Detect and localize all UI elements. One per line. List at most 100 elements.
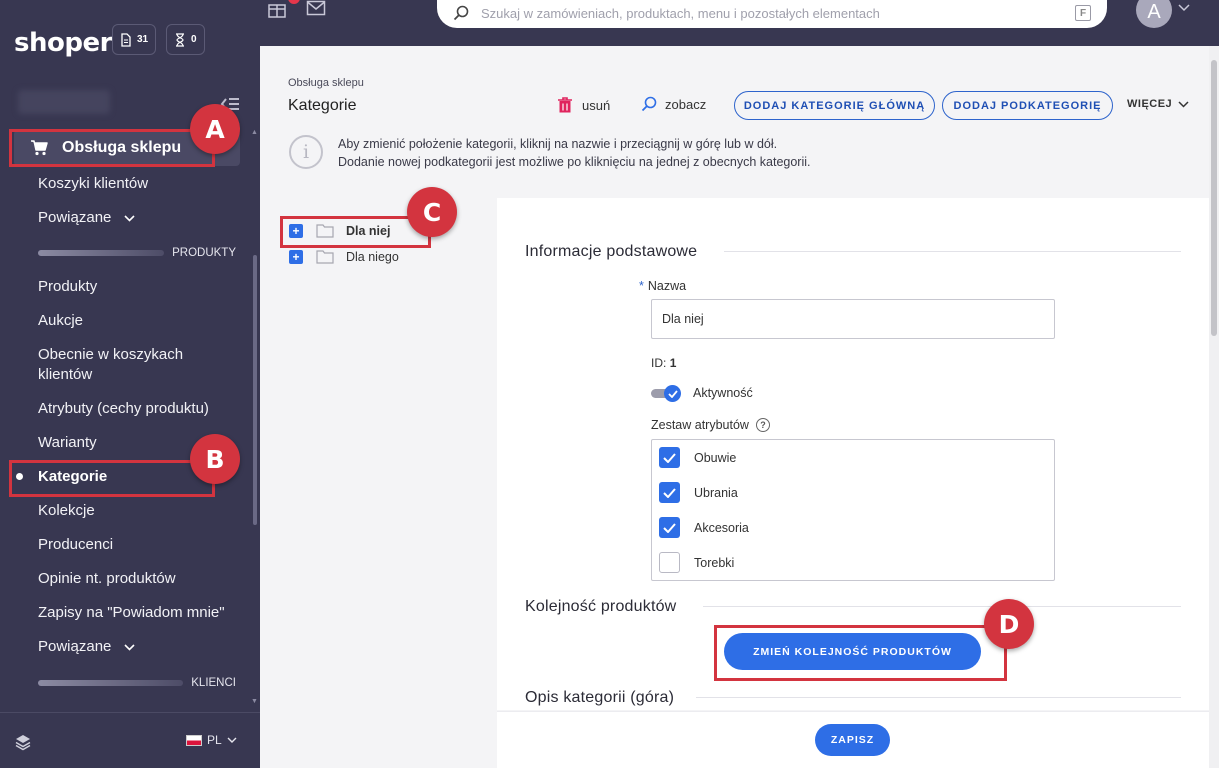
sidebar-item-related[interactable]: Powiązane	[38, 208, 135, 228]
checkbox-checked[interactable]	[659, 517, 680, 538]
attribute-option[interactable]: Torebki	[659, 552, 734, 573]
mail-icon[interactable]	[306, 0, 326, 16]
scroll-up-arrow[interactable]: ▲	[251, 129, 258, 136]
view-label: zobacz	[665, 96, 707, 112]
chevron-down-icon[interactable]	[1178, 4, 1190, 12]
delete-link[interactable]: usuń	[556, 96, 610, 114]
attribute-option-label: Akcesoria	[694, 520, 749, 535]
name-field-label: * Nazwa	[639, 279, 686, 293]
chevron-down-icon	[123, 644, 135, 651]
shoper-logo[interactable]: shoper	[14, 28, 112, 58]
notification-dot	[288, 0, 300, 4]
attribute-set-list: Obuwie Ubrania Akcesoria Torebki	[651, 439, 1055, 581]
sidebar-item-carts[interactable]: Koszyki klientów	[38, 174, 148, 194]
attribute-option[interactable]: Akcesoria	[659, 517, 749, 538]
sidebar-footer: PL	[0, 712, 260, 768]
id-value: 1	[669, 356, 677, 370]
orders-count: 31	[137, 34, 149, 45]
pending-count: 0	[191, 34, 197, 45]
sidebar-item-variants[interactable]: Warianty	[38, 433, 97, 453]
checkbox-checked[interactable]	[659, 447, 680, 468]
save-button[interactable]: ZAPISZ	[815, 724, 890, 756]
pending-badge[interactable]: 0	[166, 24, 205, 55]
sidebar-item-auctions[interactable]: Aukcje	[38, 311, 83, 331]
category-id: ID: 1	[651, 356, 676, 370]
search-icon	[641, 96, 657, 112]
attribute-option-label: Ubrania	[694, 485, 738, 500]
shortcut-f-icon: F	[1075, 5, 1091, 21]
top-header: F A	[260, 0, 1219, 46]
info-line: Dodanie nowej podkategorii jest możliwe …	[338, 155, 811, 169]
orders-badge[interactable]: 31	[112, 24, 157, 55]
section-label: PRODUKTY	[172, 247, 236, 259]
tree-item-label: Dla niego	[346, 249, 399, 264]
sidebar-item-collections[interactable]: Kolekcje	[38, 501, 95, 521]
sidebar-item-reviews[interactable]: Opinie nt. produktów	[38, 569, 176, 589]
annotation-marker-b: B	[190, 434, 240, 484]
search-icon	[453, 5, 469, 21]
active-toggle[interactable]	[651, 385, 681, 402]
document-icon	[121, 32, 131, 47]
blurred-store-name	[18, 90, 110, 114]
chevron-down-icon	[227, 737, 237, 743]
sidebar-item-attributes[interactable]: Atrybuty (cechy produktu)	[38, 399, 209, 419]
id-label: ID:	[651, 356, 667, 370]
scroll-down-arrow[interactable]: ▼	[251, 698, 258, 705]
attribute-option-label: Torebki	[694, 555, 735, 570]
attribute-set-label: Zestaw atrybutów ?	[651, 418, 770, 432]
page-title: Kategorie	[288, 97, 357, 114]
section-title-description: Opis kategorii (góra)	[525, 689, 675, 706]
check-icon	[663, 487, 676, 498]
search-input[interactable]	[481, 5, 1063, 21]
language-selector[interactable]: PL	[186, 733, 237, 747]
info-icon: i	[289, 135, 323, 169]
active-label: Aktywność	[693, 386, 753, 400]
chevron-down-icon	[123, 215, 135, 222]
highlight-box-b	[9, 460, 215, 497]
section-label: KLIENCI	[191, 677, 236, 689]
gift-icon[interactable]	[267, 0, 287, 18]
section-divider	[724, 251, 1181, 252]
sidebar-item-label: Powiązane	[38, 209, 112, 226]
sidebar-item-related-2[interactable]: Powiązane	[38, 637, 135, 657]
attribute-option-label: Obuwie	[694, 450, 737, 465]
layers-icon[interactable]	[14, 733, 32, 751]
add-subcategory-button[interactable]: DODAJ PODKATEGORIĘ	[942, 91, 1113, 120]
section-title-product-order: Kolejność produktów	[525, 598, 677, 615]
attribute-option[interactable]: Obuwie	[659, 447, 736, 468]
checkbox-checked[interactable]	[659, 482, 680, 503]
name-label-text: Nazwa	[647, 279, 687, 293]
section-title-basic: Informacje podstawowe	[525, 243, 698, 260]
active-toggle-row: Aktywność	[651, 385, 753, 402]
expand-icon[interactable]: +	[289, 249, 303, 264]
sidebar-item-products[interactable]: Produkty	[38, 277, 97, 297]
sidebar-item-notify[interactable]: Zapisy na "Powiadom mnie"	[38, 603, 225, 623]
global-search[interactable]: F	[437, 0, 1107, 28]
poland-flag-icon	[186, 734, 202, 746]
check-icon	[663, 452, 676, 463]
scrollbar-thumb[interactable]	[1211, 60, 1217, 336]
checkbox-unchecked[interactable]	[659, 552, 680, 573]
sidebar-item-in-carts[interactable]: Obecnie w koszykach klientów	[38, 345, 183, 385]
sidebar-item-label: Obecnie w koszykach	[38, 346, 184, 363]
language-code: PL	[207, 733, 222, 747]
tree-item[interactable]: + Dla niego	[289, 249, 399, 264]
check-icon	[663, 522, 676, 533]
page-scrollbar[interactable]	[1209, 46, 1219, 768]
view-link[interactable]: zobacz	[641, 96, 706, 112]
chevron-down-icon	[1178, 100, 1189, 108]
annotation-marker-c: C	[407, 187, 457, 237]
sidebar-item-label: Powiązane	[38, 638, 112, 655]
annotation-marker-d: D	[984, 599, 1034, 649]
user-avatar[interactable]: A	[1136, 0, 1172, 28]
name-input[interactable]	[651, 299, 1055, 339]
help-icon[interactable]: ?	[755, 418, 770, 432]
more-menu[interactable]: WIĘCEJ	[1127, 98, 1189, 110]
add-main-category-button[interactable]: DODAJ KATEGORIĘ GŁÓWNĄ	[734, 91, 935, 120]
attribute-option[interactable]: Ubrania	[659, 482, 738, 503]
breadcrumb[interactable]: Obsługa sklepu	[288, 77, 364, 89]
sidebar-item-label: klientów	[38, 366, 93, 383]
sidebar-item-producers[interactable]: Producenci	[38, 535, 113, 555]
sidebar-scrollbar[interactable]	[253, 255, 257, 525]
annotation-marker-a: A	[190, 104, 240, 154]
